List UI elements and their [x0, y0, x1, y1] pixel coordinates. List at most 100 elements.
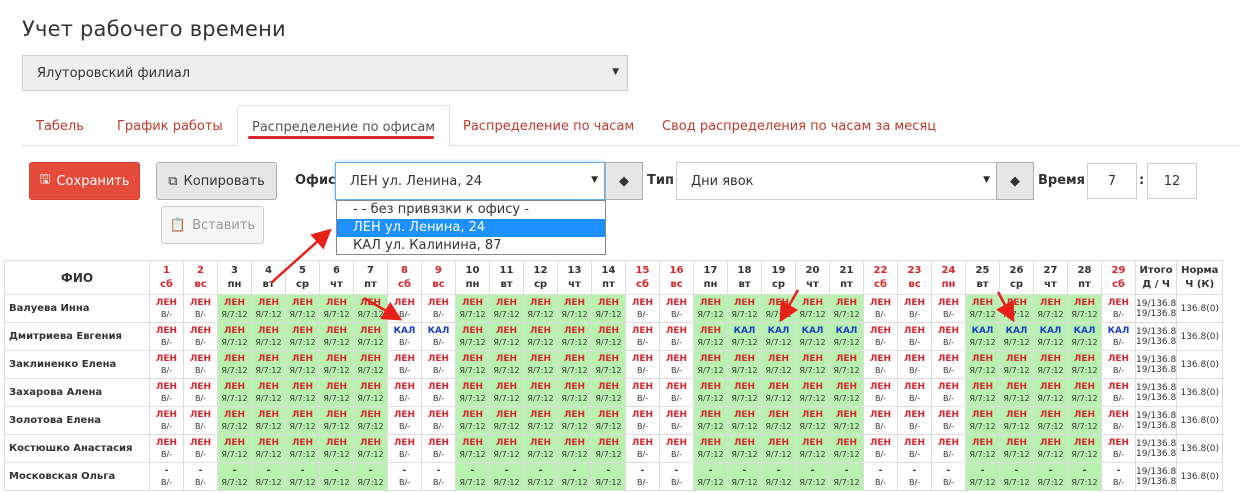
day-cell[interactable]: ЛЕН В/- [863, 434, 898, 463]
day-cell[interactable]: ЛЕН В/- [183, 294, 218, 323]
day-cell[interactable]: ЛЕН Я/7:12 [1033, 434, 1068, 463]
day-cell[interactable]: ЛЕН Я/7:12 [251, 434, 286, 463]
branch-select[interactable]: Ялуторовский филиал ▼ [22, 55, 628, 91]
day-cell[interactable]: ЛЕН Я/7:12 [251, 378, 286, 407]
day-cell[interactable]: ЛЕН В/- [183, 434, 218, 463]
day-cell[interactable]: - Я/7:12 [591, 462, 626, 491]
paste-button[interactable]: 📋 Вставить [161, 206, 264, 244]
day-cell[interactable]: - Я/7:12 [319, 462, 354, 491]
day-cell[interactable]: - Я/7:12 [353, 462, 388, 491]
day-cell[interactable]: ЛЕН Я/7:12 [761, 378, 796, 407]
day-cell[interactable]: ЛЕН В/- [863, 406, 898, 435]
day-cell[interactable]: ЛЕН Я/7:12 [217, 378, 252, 407]
day-cell[interactable]: ЛЕН Я/7:12 [489, 350, 524, 379]
day-cell[interactable]: - В/- [625, 462, 660, 491]
day-cell[interactable]: ЛЕН Я/7:12 [761, 294, 796, 323]
day-cell[interactable]: ЛЕН Я/7:12 [523, 406, 558, 435]
day-cell[interactable]: ЛЕН Я/7:12 [523, 378, 558, 407]
day-cell[interactable]: ЛЕН Я/7:12 [795, 350, 830, 379]
day-cell[interactable]: КАЛ Я/7:12 [965, 322, 1000, 351]
office-option[interactable]: ЛЕН ул. Ленина, 24 [337, 219, 605, 237]
day-cell[interactable]: КАЛ В/- [421, 322, 456, 351]
day-cell[interactable]: ЛЕН В/- [931, 378, 966, 407]
tab-hours-distribution[interactable]: Распределение по часам [449, 105, 648, 146]
day-cell[interactable]: ЛЕН Я/7:12 [455, 322, 490, 351]
tab-timesheet[interactable]: Табель [22, 105, 98, 146]
day-cell[interactable]: ЛЕН Я/7:12 [727, 350, 762, 379]
day-cell[interactable]: ЛЕН Я/7:12 [285, 406, 320, 435]
day-cell[interactable]: ЛЕН В/- [625, 350, 660, 379]
day-cell[interactable]: ЛЕН В/- [387, 378, 422, 407]
day-cell[interactable]: - Я/7:12 [251, 462, 286, 491]
day-cell[interactable]: - Я/7:12 [217, 462, 252, 491]
day-cell[interactable]: ЛЕН Я/7:12 [999, 406, 1034, 435]
clear-type-button[interactable]: ◆ [996, 162, 1034, 200]
day-cell[interactable]: ЛЕН Я/7:12 [591, 434, 626, 463]
tab-office-distribution[interactable]: Распределение по офисам [237, 105, 451, 147]
day-cell[interactable]: - Я/7:12 [1067, 462, 1102, 491]
day-cell[interactable]: ЛЕН В/- [659, 350, 694, 379]
day-cell[interactable]: КАЛ Я/7:12 [1067, 322, 1102, 351]
day-cell[interactable]: ЛЕН В/- [183, 378, 218, 407]
day-cell[interactable]: ЛЕН Я/7:12 [761, 350, 796, 379]
day-cell[interactable]: ЛЕН Я/7:12 [217, 350, 252, 379]
day-cell[interactable]: ЛЕН В/- [149, 322, 184, 351]
day-cell[interactable]: ЛЕН Я/7:12 [999, 350, 1034, 379]
day-cell[interactable]: ЛЕН В/- [659, 378, 694, 407]
day-cell[interactable]: ЛЕН Я/7:12 [523, 322, 558, 351]
day-cell[interactable]: ЛЕН Я/7:12 [761, 434, 796, 463]
day-cell[interactable]: ЛЕН Я/7:12 [965, 294, 1000, 323]
day-cell[interactable]: ЛЕН Я/7:12 [489, 406, 524, 435]
day-cell[interactable]: - В/- [863, 462, 898, 491]
day-cell[interactable]: ЛЕН В/- [625, 322, 660, 351]
day-cell[interactable]: КАЛ Я/7:12 [727, 322, 762, 351]
day-cell[interactable]: - Я/7:12 [761, 462, 796, 491]
day-cell[interactable]: - Я/7:12 [795, 462, 830, 491]
day-cell[interactable]: ЛЕН В/- [625, 294, 660, 323]
day-cell[interactable]: ЛЕН Я/7:12 [727, 434, 762, 463]
day-cell[interactable]: ЛЕН В/- [149, 406, 184, 435]
day-cell[interactable]: ЛЕН В/- [897, 294, 932, 323]
day-cell[interactable]: ЛЕН Я/7:12 [319, 378, 354, 407]
day-cell[interactable]: ЛЕН Я/7:12 [353, 378, 388, 407]
day-cell[interactable]: ЛЕН Я/7:12 [217, 434, 252, 463]
day-cell[interactable]: ЛЕН Я/7:12 [353, 294, 388, 323]
day-cell[interactable]: КАЛ Я/7:12 [829, 322, 864, 351]
day-cell[interactable]: - Я/7:12 [523, 462, 558, 491]
office-option[interactable]: КАЛ ул. Калинина, 87 [337, 237, 605, 255]
day-cell[interactable]: - Я/7:12 [999, 462, 1034, 491]
day-cell[interactable]: ЛЕН Я/7:12 [489, 322, 524, 351]
day-cell[interactable]: ЛЕН Я/7:12 [591, 322, 626, 351]
day-cell[interactable]: ЛЕН Я/7:12 [217, 294, 252, 323]
day-cell[interactable]: ЛЕН Я/7:12 [829, 294, 864, 323]
time-from-input[interactable]: 7 [1087, 163, 1137, 199]
day-cell[interactable]: ЛЕН Я/7:12 [455, 406, 490, 435]
day-cell[interactable]: ЛЕН Я/7:12 [1067, 294, 1102, 323]
office-select[interactable]: ЛЕН ул. Ленина, 24 ▼ [335, 162, 605, 200]
day-cell[interactable]: ЛЕН Я/7:12 [693, 322, 728, 351]
day-cell[interactable]: ЛЕН Я/7:12 [285, 322, 320, 351]
day-cell[interactable]: ЛЕН В/- [897, 406, 932, 435]
day-cell[interactable]: ЛЕН В/- [1101, 434, 1136, 463]
day-cell[interactable]: - В/- [659, 462, 694, 491]
day-cell[interactable]: ЛЕН Я/7:12 [251, 350, 286, 379]
day-cell[interactable]: ЛЕН Я/7:12 [319, 406, 354, 435]
day-cell[interactable]: ЛЕН Я/7:12 [693, 294, 728, 323]
day-cell[interactable]: ЛЕН В/- [897, 350, 932, 379]
day-cell[interactable]: ЛЕН Я/7:12 [999, 434, 1034, 463]
day-cell[interactable]: КАЛ В/- [1101, 322, 1136, 351]
save-button[interactable]: 🖫 Сохранить [29, 162, 140, 200]
day-cell[interactable]: ЛЕН Я/7:12 [829, 406, 864, 435]
day-cell[interactable]: ЛЕН Я/7:12 [557, 434, 592, 463]
day-cell[interactable]: ЛЕН Я/7:12 [523, 434, 558, 463]
day-cell[interactable]: - Я/7:12 [965, 462, 1000, 491]
day-cell[interactable]: - Я/7:12 [829, 462, 864, 491]
day-cell[interactable]: ЛЕН Я/7:12 [285, 350, 320, 379]
office-option[interactable]: - - без привязки к офису - [337, 201, 605, 219]
day-cell[interactable]: ЛЕН Я/7:12 [761, 406, 796, 435]
day-cell[interactable]: ЛЕН Я/7:12 [285, 294, 320, 323]
day-cell[interactable]: ЛЕН В/- [1101, 406, 1136, 435]
day-cell[interactable]: ЛЕН В/- [931, 406, 966, 435]
day-cell[interactable]: ЛЕН Я/7:12 [1033, 378, 1068, 407]
day-cell[interactable]: ЛЕН В/- [897, 322, 932, 351]
